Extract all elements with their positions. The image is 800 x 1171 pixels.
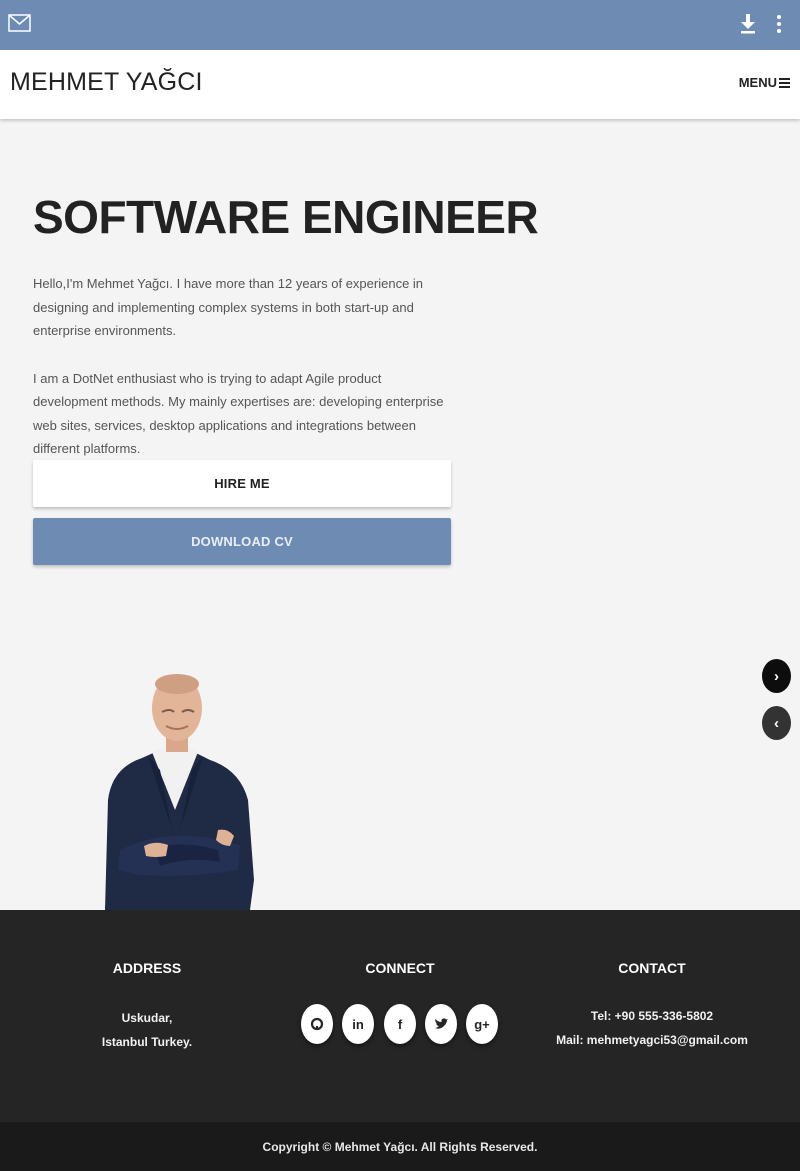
profile-photo (105, 674, 254, 910)
navbar: MEHMET YAĞCI MENU (0, 50, 800, 119)
more-vert-icon[interactable] (772, 13, 786, 40)
slider-prev-button[interactable]: ‹ (762, 706, 791, 740)
linkedin-icon[interactable]: in (342, 1004, 374, 1044)
address-text: Uskudar, Istanbul Turkey. (47, 1006, 247, 1054)
slider-next-button[interactable]: › (762, 659, 791, 693)
hero-title: SOFTWARE ENGINEER (33, 191, 539, 243)
menu-button[interactable]: MENU (739, 75, 790, 90)
intro-paragraph-2: I am a DotNet enthusiast who is trying t… (33, 370, 444, 457)
chevron-right-icon: › (774, 667, 779, 685)
chevron-left-icon: ‹ (774, 714, 779, 732)
twitter-icon[interactable] (425, 1004, 457, 1044)
address-line-2: Istanbul Turkey. (101, 1035, 193, 1049)
address-title: ADDRESS (112, 960, 182, 976)
connect-title: CONNECT (365, 960, 435, 976)
download-icon[interactable] (739, 13, 757, 40)
intro-text: Hello,I'm Mehmet Yağcı. I have more than… (33, 272, 453, 485)
hamburger-icon (779, 77, 790, 88)
footer: ADDRESS Uskudar, Istanbul Turkey. CONNEC… (0, 910, 800, 1122)
copyright-bar: Copyright © Mehmet Yağcı. All Rights Res… (0, 1122, 800, 1171)
github-icon[interactable] (301, 1004, 333, 1044)
contact-text: Tel: +90 555-336-5802 Mail: mehmetyagci5… (552, 1004, 752, 1052)
top-bar (0, 0, 800, 50)
hire-me-button[interactable]: HIRE ME (33, 460, 451, 507)
menu-label: MENU (738, 75, 777, 90)
brand-title[interactable]: MEHMET YAĞCI (10, 68, 203, 97)
facebook-icon[interactable]: f (384, 1004, 416, 1044)
contact-title: CONTACT (618, 960, 686, 976)
google-plus-icon[interactable]: g+ (466, 1004, 498, 1044)
contact-tel: Tel: +90 555-336-5802 (590, 1009, 714, 1023)
address-line-1: Uskudar, (121, 1011, 173, 1025)
download-cv-button[interactable]: DOWNLOAD CV (33, 518, 451, 565)
contact-mail[interactable]: Mail: mehmetyagci53@gmail.com (552, 1028, 752, 1052)
mail-icon[interactable] (8, 14, 31, 37)
intro-paragraph-1: Hello,I'm Mehmet Yağcı. I have more than… (33, 276, 424, 338)
